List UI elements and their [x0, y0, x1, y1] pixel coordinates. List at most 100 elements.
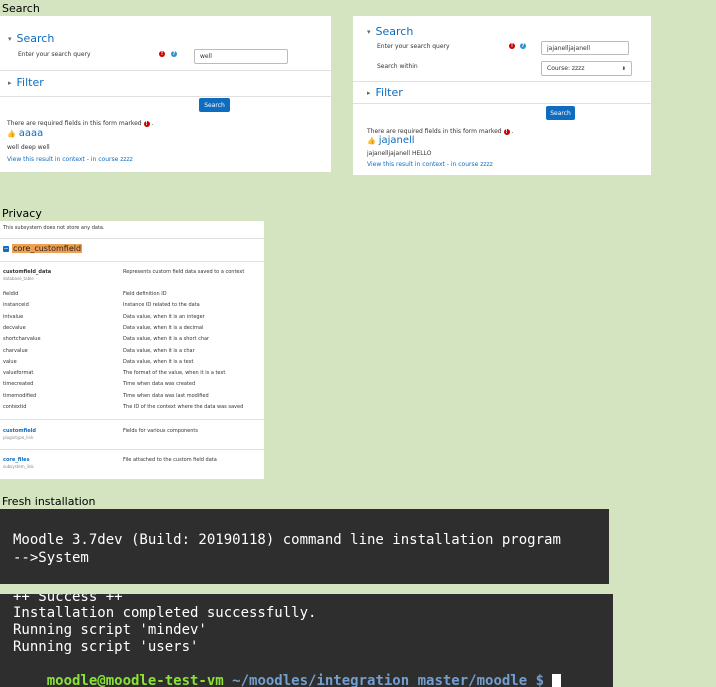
field-description: Data value, when it is an integer	[123, 313, 205, 320]
field-name: contextid	[3, 404, 27, 410]
thumbs-up-icon: 👍	[367, 136, 376, 145]
course-link[interactable]: in course zzzz	[91, 156, 133, 163]
field-row: timecreated Time when data was created	[3, 381, 261, 387]
result-title[interactable]: 👍 aaaa	[7, 128, 43, 139]
divider	[0, 449, 264, 450]
field-row: intvalue Data value, when it is an intege…	[3, 314, 261, 320]
required-icon: !	[509, 43, 515, 49]
table-header-row: customfield_data database_table Represent…	[3, 269, 245, 281]
field-description: Data value, when it is a short char	[123, 336, 210, 343]
field-row: contextid The ID of the context where the…	[3, 404, 261, 410]
field-description: Data value, when it is a decimal	[123, 324, 204, 331]
filter-section-toggle[interactable]: ▸ Filter	[8, 76, 44, 89]
thumbs-up-icon: 👍	[7, 129, 16, 138]
field-name: decvalue	[3, 324, 26, 331]
view-in-context-link[interactable]: View this result in context	[7, 156, 85, 163]
required-note: There are required fields in this form m…	[367, 128, 514, 135]
field-description: Field definition ID	[123, 291, 167, 297]
search-section-toggle[interactable]: ▾ Search	[8, 32, 54, 45]
link-row: customfield plugintype_link Fields for va…	[3, 428, 198, 440]
view-in-context-link[interactable]: View this result in context	[367, 161, 445, 168]
prompt-path: ~/moodles/integration_master/moodle $	[223, 673, 553, 687]
field-name: charvalue	[3, 347, 28, 354]
chevron-right-icon: ▸	[367, 88, 371, 97]
cursor	[552, 673, 562, 687]
result-text: jajanelljajanell HELLO	[367, 150, 432, 157]
component-name: core_customfield	[12, 244, 83, 253]
field-row: charvalue Data value, when it is a char	[3, 348, 261, 354]
terminal-prompt[interactable]: moodle@moodle-test-vm ~/moodles/integrat…	[13, 657, 562, 687]
prompt-user: moodle@moodle-test-vm	[46, 673, 224, 687]
search-button[interactable]: Search	[199, 98, 230, 112]
result-links: View this result in context - in course …	[7, 156, 133, 163]
required-note: There are required fields in this form m…	[7, 120, 154, 127]
field-description: Time when data was last modified	[123, 392, 209, 399]
field-description: Data value, when it is a text	[123, 358, 194, 365]
component-header[interactable]: − core_customfield	[3, 244, 83, 253]
field-description: The format of the value, when it is a te…	[123, 370, 226, 377]
search-section-toggle[interactable]: ▾ Search	[367, 25, 413, 38]
required-icon: !	[503, 129, 510, 135]
divider	[0, 70, 331, 71]
chevron-down-icon: ▾	[8, 34, 12, 43]
select-arrows-icon: ⬍	[621, 65, 626, 72]
search-within-select[interactable]: Course: zzzz ⬍	[541, 61, 632, 76]
field-description: Data value, when it is a char	[123, 347, 195, 354]
query-label: Enter your search query	[18, 51, 91, 58]
divider	[353, 103, 651, 104]
search-input[interactable]: jajanelljajanell	[541, 41, 629, 55]
divider	[0, 261, 264, 262]
search-heading: Search	[2, 2, 40, 15]
terminal-line: Moodle 3.7dev (Build: 20190118) command …	[13, 532, 561, 548]
terminal-line: Running script 'mindev'	[13, 622, 207, 638]
field-name: shortcharvalue	[3, 336, 41, 343]
terminal-line: Installation completed successfully.	[13, 605, 317, 621]
result-links: View this result in context - in course …	[367, 161, 493, 168]
search-within-label: Search within	[377, 63, 418, 70]
required-icon: !	[143, 121, 150, 127]
help-icon[interactable]: ?	[171, 51, 177, 57]
collapse-icon[interactable]: −	[3, 245, 9, 252]
field-row: shortcharvalue Data value, when it is a s…	[3, 336, 261, 342]
divider	[0, 419, 264, 420]
field-row: timemodified Time when data was last modi…	[3, 393, 261, 399]
field-row: fieldid Field definition ID	[3, 291, 261, 297]
field-name: instanceid	[3, 302, 29, 309]
field-name: timecreated	[3, 381, 34, 388]
fresh-install-heading: Fresh installation	[2, 495, 96, 508]
link-row: core_files subsystem_link File attached t…	[3, 457, 217, 469]
search-input[interactable]: well	[194, 49, 288, 64]
chevron-right-icon: ▸	[8, 78, 12, 87]
divider	[0, 238, 264, 239]
terminal-window-1: Moodle 3.7dev (Build: 20190118) command …	[0, 509, 609, 584]
field-row: valueformat The format of the value, when…	[3, 370, 261, 376]
core-files-link[interactable]: core_files	[3, 457, 30, 463]
terminal-line: -->System	[13, 550, 89, 566]
search-panel-left: ▾ Search Enter your search query ! ? wel…	[0, 16, 331, 172]
terminal-line: ++ Success ++	[13, 594, 123, 605]
privacy-heading: Privacy	[2, 207, 42, 220]
filter-section-toggle[interactable]: ▸ Filter	[367, 86, 403, 99]
field-row: instanceid Instance ID related to the dat…	[3, 302, 261, 308]
customfield-link[interactable]: customfield	[3, 428, 36, 434]
divider	[0, 96, 331, 97]
help-icon[interactable]: ?	[520, 43, 526, 49]
field-name: intvalue	[3, 313, 24, 320]
field-description: Instance ID related to the data	[123, 302, 200, 309]
field-description: Time when data was created	[123, 381, 196, 388]
search-panel-right: ▾ Search Enter your search query ! ? jaj…	[353, 16, 651, 175]
privacy-panel: This subsystem does not store any data. …	[0, 221, 264, 479]
field-row: value Data value, when it is a text	[3, 359, 261, 365]
field-name: timemodified	[3, 392, 37, 399]
field-name: valueformat	[3, 370, 34, 377]
result-text: well deep well	[7, 144, 50, 151]
terminal-line: Running script 'users'	[13, 639, 199, 655]
result-title[interactable]: 👍 jajanell	[367, 135, 415, 146]
required-icon: !	[159, 51, 165, 57]
chevron-down-icon: ▾	[367, 27, 371, 36]
query-label: Enter your search query	[377, 43, 450, 50]
terminal-window-2: ++ Success ++ Installation completed suc…	[0, 594, 613, 687]
search-button[interactable]: Search	[546, 106, 575, 120]
field-row: decvalue Data value, when it is a decimal	[3, 325, 261, 331]
course-link[interactable]: in course zzzz	[451, 161, 493, 168]
